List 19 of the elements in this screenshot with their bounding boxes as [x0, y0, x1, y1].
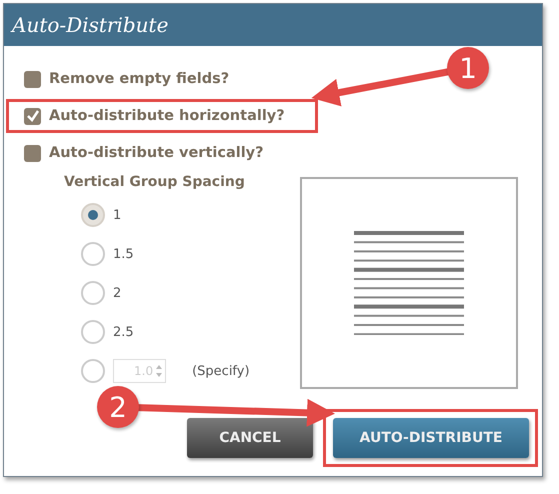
checkbox[interactable]: [24, 70, 41, 88]
radio-label: 1.5: [113, 246, 134, 262]
radio-button[interactable]: [81, 203, 105, 227]
distribute-button[interactable]: AUTO-DISTRIBUTE: [333, 418, 529, 458]
radio-label: 1: [113, 208, 122, 222]
checkbox-label: Auto-distribute horizontally?: [49, 108, 285, 124]
checkbox-label: Auto-distribute vertically?: [49, 145, 264, 161]
window-title: Auto-Distribute: [12, 13, 168, 37]
group-label: Vertical Group Spacing: [64, 174, 246, 192]
radio-label: 2.5: [113, 324, 134, 340]
checkbox[interactable]: [24, 144, 41, 162]
radio-button[interactable]: [81, 320, 105, 344]
radio-label: 2: [113, 286, 122, 300]
cancel-button[interactable]: CANCEL: [187, 418, 313, 458]
checkbox-label: Remove empty fields?: [49, 71, 230, 87]
checkbox[interactable]: [24, 108, 41, 124]
radio-button[interactable]: [81, 242, 105, 266]
radio-button[interactable]: [81, 281, 105, 305]
radio-label: (Specify): [192, 364, 250, 378]
